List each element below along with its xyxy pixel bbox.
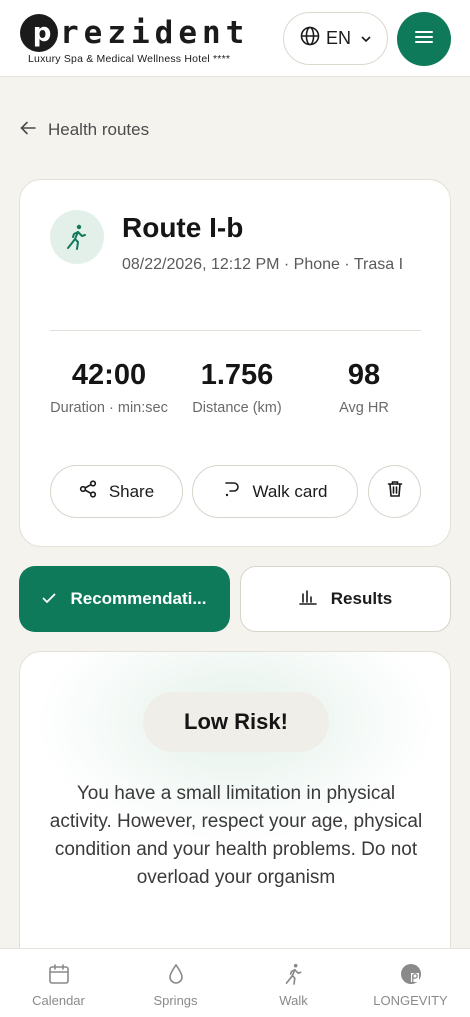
share-button[interactable]: Share [50, 465, 183, 518]
nav-item-longevity[interactable]: LONGEVITY [352, 961, 469, 1008]
globe-icon [300, 26, 320, 51]
tab-results-label: Results [330, 589, 393, 608]
route-icon [223, 480, 241, 503]
logo-tagline: Luxury Spa & Medical Wellness Hotel **** [28, 53, 231, 65]
bottom-navigation: Calendar Springs Walk LONGEVITY [0, 948, 470, 1017]
route-title: Route I-b [122, 212, 244, 243]
nav-label: Walk [279, 993, 308, 1008]
hamburger-icon [414, 29, 434, 50]
language-code: EN [325, 28, 351, 48]
logo-mark: p [20, 14, 58, 52]
back-link[interactable]: Health routes [20, 120, 149, 140]
route-meta: 08/22/2026, 12:12 PM · Phone · Trasa I [122, 256, 404, 273]
tab-results[interactable]: Results [240, 566, 451, 632]
route-summary-card: Route I-b 08/22/2026, 12:12 PM · Phone ·… [19, 179, 451, 547]
stat-duration: 42:00 Duration · min:sec [50, 358, 168, 418]
menu-button[interactable] [397, 12, 451, 66]
nav-item-springs[interactable]: Springs [117, 961, 234, 1008]
stat-avg-hr: 98 Avg HR [305, 358, 423, 418]
stat-value: 1.756 [200, 359, 274, 391]
arrow-left-icon [20, 120, 36, 140]
stat-label: Distance (km) [192, 400, 282, 416]
tab-recommendations-label: Recommendati... [70, 589, 207, 608]
walk-card-label: Walk card [252, 481, 328, 501]
stat-label: Avg HR [339, 400, 389, 416]
walk-card-button[interactable]: Walk card [192, 465, 358, 518]
nav-label: Springs [153, 993, 198, 1008]
language-selector[interactable]: EN [283, 12, 388, 65]
bar-chart-icon [298, 589, 317, 610]
hotel-logo[interactable]: p rezident Luxury Spa & Medical Wellness… [20, 14, 260, 68]
checkmark-icon [42, 589, 56, 609]
back-link-label: Health routes [48, 120, 150, 139]
walking-person-icon [235, 961, 352, 987]
recommendation-card: Low Risk! You have a small limitation in… [19, 651, 451, 971]
risk-badge: Low Risk! [143, 692, 329, 752]
nav-item-calendar[interactable]: Calendar [0, 961, 117, 1008]
chevron-down-icon [361, 33, 371, 45]
droplet-icon [117, 961, 234, 987]
stat-value: 98 [347, 359, 381, 391]
logo-wordmark: rezident [60, 15, 250, 51]
share-icon [79, 480, 97, 503]
divider [50, 330, 421, 331]
trash-icon [387, 480, 403, 503]
nav-item-walk[interactable]: Walk [235, 961, 352, 1008]
longevity-logo-icon [352, 961, 469, 987]
walking-person-icon [50, 210, 104, 264]
app-header: p rezident Luxury Spa & Medical Wellness… [0, 0, 470, 77]
share-label: Share [108, 481, 155, 501]
stat-value: 42:00 [71, 359, 147, 391]
tab-recommendations[interactable]: Recommendati... [19, 566, 230, 632]
nav-label: LONGEVITY [373, 993, 448, 1008]
nav-label: Calendar [32, 993, 85, 1008]
stat-label: Duration · min:sec [50, 400, 168, 416]
delete-button[interactable] [368, 465, 421, 518]
stat-distance: 1.756 Distance (km) [178, 358, 296, 418]
recommendation-text: You have a small limitation in physical … [49, 783, 423, 888]
calendar-icon [0, 961, 117, 987]
